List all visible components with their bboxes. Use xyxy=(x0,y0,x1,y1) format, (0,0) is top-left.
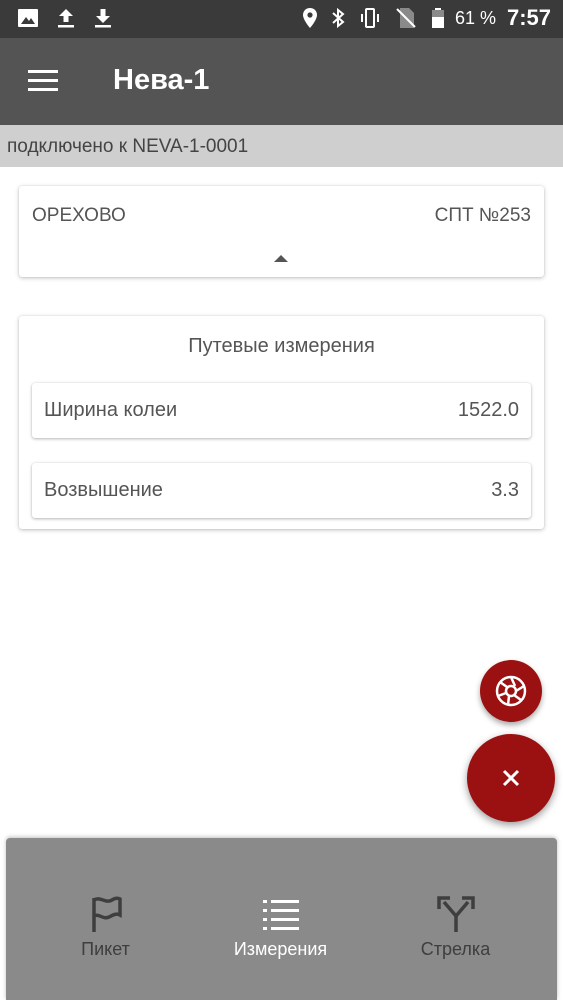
measurement-row-gauge[interactable]: Ширина колеи 1522.0 xyxy=(32,383,531,438)
measurement-label: Ширина колеи xyxy=(44,399,178,421)
switch-post-number: СПТ №253 xyxy=(434,205,531,226)
clock: 7:57 xyxy=(506,5,551,30)
location-icon xyxy=(303,8,317,28)
fork-arrows-icon xyxy=(437,896,475,932)
hamburger-menu-icon[interactable] xyxy=(24,64,62,98)
battery-icon xyxy=(432,8,444,28)
section-title: Путевые измерения xyxy=(188,335,375,357)
camera-button[interactable] xyxy=(480,660,542,722)
close-icon xyxy=(502,769,520,787)
measurement-label: Возвышение xyxy=(44,479,163,501)
station-name: ОРЕХОВО xyxy=(32,205,126,226)
nav-item-measurements[interactable]: Измерения xyxy=(189,838,372,1000)
bluetooth-icon xyxy=(332,7,345,29)
download-icon xyxy=(95,9,111,28)
track-measurements-card: Путевые измерения Ширина колеи 1522.0 Во… xyxy=(19,316,544,529)
nav-label: Стрелка xyxy=(420,939,491,959)
camera-aperture-icon xyxy=(495,675,527,707)
status-bar: 61 % 7:57 xyxy=(0,0,563,38)
no-sim-icon xyxy=(396,8,416,28)
bottom-navigation: Пикет Измерения Стрелка xyxy=(6,838,557,1000)
close-button[interactable] xyxy=(467,734,555,822)
measurement-value: 3.3 xyxy=(491,479,519,501)
connection-status: подключено к NEVA-1-0001 xyxy=(0,125,563,167)
station-card: ОРЕХОВО СПТ №253 xyxy=(19,186,544,277)
image-icon xyxy=(18,9,38,27)
app-title: Нева-1 xyxy=(113,64,210,96)
list-icon xyxy=(263,900,299,930)
nav-label: Измерения xyxy=(233,939,328,959)
nav-item-picket[interactable]: Пикет xyxy=(14,838,197,1000)
nav-label: Пикет xyxy=(81,939,130,959)
flag-icon xyxy=(92,896,122,932)
app-bar: Нева-1 xyxy=(0,38,563,125)
battery-percent: 61 % xyxy=(455,8,497,28)
nav-item-switch[interactable]: Стрелка xyxy=(364,838,547,1000)
measurement-value: 1522.0 xyxy=(457,399,519,421)
upload-icon xyxy=(58,9,74,28)
vibrate-icon xyxy=(361,8,379,28)
triangle-up-icon[interactable] xyxy=(272,252,290,264)
measurement-row-elevation[interactable]: Возвышение 3.3 xyxy=(32,463,531,518)
